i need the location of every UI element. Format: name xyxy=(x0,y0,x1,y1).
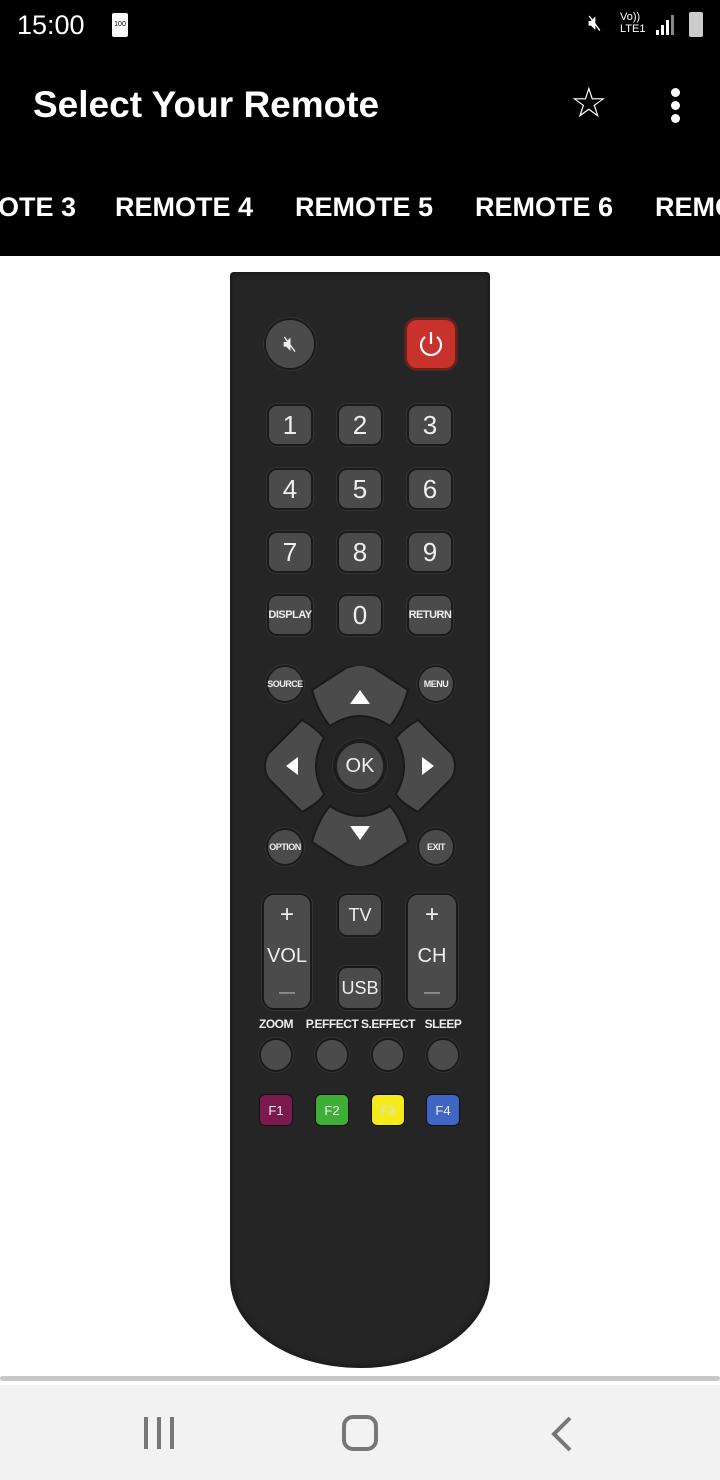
ok-button[interactable]: OK xyxy=(333,739,387,793)
f1-button[interactable]: F1 xyxy=(259,1094,293,1126)
tab-remote-6[interactable]: REMOTE 6 xyxy=(475,192,613,223)
tv-button[interactable]: TV xyxy=(337,893,383,937)
zoom-button[interactable] xyxy=(259,1038,293,1072)
mute-icon: 🔇︎ xyxy=(588,10,602,35)
number-6-button[interactable]: 6 xyxy=(407,468,453,510)
status-bar: 15:00 100 🔇︎ Vo)) LTE1 xyxy=(0,0,720,52)
number-2-button[interactable]: 2 xyxy=(337,404,383,446)
f3-button[interactable]: F3 xyxy=(371,1094,405,1126)
navigation-bar xyxy=(0,1385,720,1480)
number-0-button[interactable]: 0 xyxy=(337,594,383,636)
network-label: Vo)) LTE1 xyxy=(620,11,646,35)
number-7-button[interactable]: 7 xyxy=(267,531,313,573)
number-4-button[interactable]: 4 xyxy=(267,468,313,510)
app-bar: Select Your Remote ☆ OTE 3 REMOTE 4 REMO… xyxy=(0,52,720,256)
recent-apps-icon[interactable] xyxy=(142,1417,176,1449)
channel-rocker[interactable]: + CH — xyxy=(406,893,458,1010)
volume-up-button[interactable]: + xyxy=(280,901,294,929)
sleep-button[interactable] xyxy=(426,1038,460,1072)
s-effect-button[interactable] xyxy=(371,1038,405,1072)
f2-button[interactable]: F2 xyxy=(315,1094,349,1126)
number-8-button[interactable]: 8 xyxy=(337,531,383,573)
p-effect-label: P.EFFECT xyxy=(305,1017,359,1031)
usb-button[interactable]: USB xyxy=(337,966,383,1010)
favorite-star-icon[interactable]: ☆ xyxy=(570,78,608,127)
mute-icon: 🔇︎ xyxy=(283,331,297,356)
number-9-button[interactable]: 9 xyxy=(407,531,453,573)
p-effect-button[interactable] xyxy=(315,1038,349,1072)
tab-remote-5[interactable]: REMOTE 5 xyxy=(295,192,433,223)
channel-up-button[interactable]: + xyxy=(425,901,439,929)
tab-remote-3[interactable]: OTE 3 xyxy=(0,192,76,223)
zoom-label: ZOOM xyxy=(259,1017,294,1031)
number-5-button[interactable]: 5 xyxy=(337,468,383,510)
sleep-label: SLEEP xyxy=(424,1017,462,1031)
power-icon xyxy=(419,332,443,357)
number-3-button[interactable]: 3 xyxy=(407,404,453,446)
page-title: Select Your Remote xyxy=(33,84,380,125)
tab-remote-4[interactable]: REMOTE 4 xyxy=(115,192,253,223)
return-button[interactable]: RETURN xyxy=(407,594,453,636)
volume-label: VOL xyxy=(266,945,308,967)
s-effect-label: S.EFFECT xyxy=(360,1017,416,1031)
signal-icon xyxy=(654,14,676,36)
tab-remote-7[interactable]: REMO xyxy=(655,192,720,223)
home-icon[interactable] xyxy=(342,1415,378,1451)
display-button[interactable]: DISPLAY xyxy=(267,594,313,636)
battery-icon xyxy=(689,12,703,37)
back-icon[interactable] xyxy=(548,1415,574,1453)
volume-down-button[interactable]: — xyxy=(279,984,295,1002)
power-button[interactable] xyxy=(405,318,457,370)
volume-rocker[interactable]: + VOL — xyxy=(262,893,312,1010)
channel-label: CH xyxy=(417,945,447,967)
channel-down-button[interactable]: — xyxy=(424,984,440,1002)
horizontal-scrollbar[interactable] xyxy=(0,1376,720,1381)
battery-saver-icon: 100 xyxy=(112,13,128,37)
number-1-button[interactable]: 1 xyxy=(267,404,313,446)
clock: 15:00 xyxy=(17,10,85,40)
mute-button[interactable]: 🔇︎ xyxy=(264,318,316,370)
more-options-icon[interactable] xyxy=(664,86,688,126)
f4-button[interactable]: F4 xyxy=(426,1094,460,1126)
